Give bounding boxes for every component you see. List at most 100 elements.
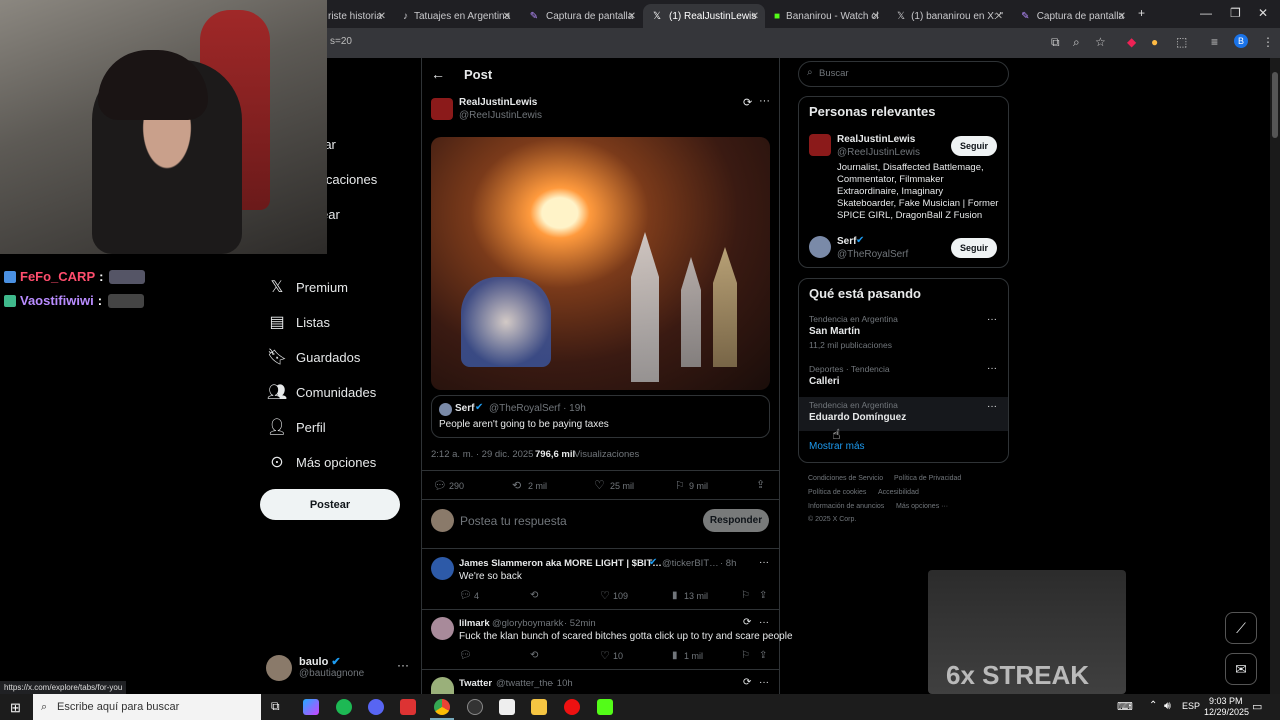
seguir-button[interactable]: Seguir [951,238,997,258]
postear-button[interactable]: Postear [260,489,400,520]
like-icon[interactable]: ♡ [600,649,610,662]
close-icon[interactable]: ✕ [995,11,1003,22]
grok-icon[interactable]: ⟳ [743,677,751,688]
footer-link[interactable]: Política de Privacidad [894,475,961,482]
author-name[interactable]: RealJustinLewis [459,97,537,108]
share-icon[interactable]: ⇪ [759,590,767,601]
discord-icon[interactable] [368,699,384,715]
like-icon[interactable]: ♡ [594,478,605,492]
more-icon[interactable]: ··· [987,363,997,374]
opera-icon[interactable] [564,699,580,715]
trend-name[interactable]: Eduardo Domínguez [809,412,906,423]
extension-icon[interactable]: ● [1151,35,1158,49]
more-icon[interactable]: ··· [759,95,770,107]
account-menu-icon[interactable]: ··· [397,658,409,672]
bookmark-star-icon[interactable]: ☆ [1095,35,1106,49]
chrome-icon[interactable] [434,699,450,715]
avatar[interactable] [431,677,454,694]
grok-icon[interactable]: ⟳ [743,617,751,628]
repost-icon[interactable]: ⟲ [512,479,521,492]
repost-icon[interactable]: ⟲ [530,590,538,601]
task-view-icon[interactable]: ⧉ [271,699,287,715]
nav-item-listas[interactable]: ▤ Listas [266,312,330,332]
chevron-up-icon[interactable]: ⌃ [1149,700,1157,711]
search-input[interactable]: Buscar [819,68,849,79]
tab-2[interactable]: ♪ Tatuajes en Argentina ✕ [395,4,517,28]
profile-avatar[interactable]: B [1234,34,1248,48]
scrollbar-thumb[interactable] [1272,72,1278,138]
extension-icon[interactable]: ◆ [1127,35,1136,49]
trend-name[interactable]: San Martín [809,326,860,337]
person-handle[interactable]: @ReeIJustinLewis [837,147,920,158]
reply-author[interactable]: lilmark [459,618,490,629]
new-tab-icon[interactable]: + [1138,6,1145,20]
close-icon[interactable]: ✕ [1118,11,1126,22]
reply-icon[interactable]: 💬︎ [459,590,472,601]
clock-date[interactable]: 12/29/2025 [1204,707,1249,717]
reply-handle[interactable]: @tickerBIT… [662,558,719,569]
app-icon[interactable] [499,699,515,715]
windows-start-icon[interactable]: ⊞ [10,700,21,716]
close-icon[interactable]: ✕ [628,11,636,22]
language-indicator[interactable]: ESP [1182,701,1200,711]
avatar[interactable] [431,617,454,640]
messages-icon[interactable]: ✉ [1225,653,1257,685]
reply-handle[interactable]: @twatter_the [496,678,553,689]
avatar[interactable] [266,655,292,681]
avatar[interactable] [809,134,831,156]
grok-icon[interactable]: ⟳ [743,96,752,109]
views-icon[interactable]: ▮ [672,650,678,661]
app-icon[interactable] [400,699,416,715]
reply-author[interactable]: James Slammeron aka MORE LIGHT | $BIT… [459,558,662,569]
grok-float-icon[interactable]: ⟋ [1225,612,1257,644]
more-icon[interactable]: ··· [987,314,997,325]
volume-icon[interactable]: 🔊︎ [1164,700,1171,713]
reply-handle[interactable]: @gloryboymarkk [492,618,563,629]
tab-5[interactable]: ■ Bananirou - Watch cl ✕ [766,4,886,28]
spotify-icon[interactable] [336,699,352,715]
keyboard-icon[interactable]: ⌨ [1117,700,1133,713]
footer-link[interactable]: Condiciones de Servicio [808,475,883,482]
person-name[interactable]: RealJustinLewis [837,134,915,145]
reply-input[interactable]: Postea tu respuesta [460,514,567,528]
author-handle[interactable]: @ReeIJustinLewis [459,110,542,121]
bookmark-icon[interactable]: ⚐ [741,650,750,661]
tab-3[interactable]: ✎ Captura de pantalla ✕ [520,4,642,28]
avatar[interactable] [809,236,831,258]
nav-item-comunidades[interactable]: 👥︎ Comunidades [266,382,376,402]
nav-item-mas-opciones[interactable]: ⊙ Más opciones [266,452,376,472]
footer-link[interactable]: Más opciones ··· [896,503,948,510]
like-icon[interactable]: ♡ [600,589,610,602]
tab-6[interactable]: 𝕏 (1) bananirou en X: " ✕ [889,4,1009,28]
reply-author[interactable]: Twatter [459,678,492,689]
copilot-icon[interactable] [303,699,319,715]
nav-item-partial-2[interactable]: icaciones [323,172,377,187]
close-icon[interactable]: ✕ [503,11,511,22]
bookmark-icon[interactable]: ⚐ [741,590,750,601]
close-icon[interactable]: ✕ [872,11,880,22]
reply-icon[interactable]: 💬︎ [433,479,447,492]
install-icon[interactable]: ⧉ [1051,35,1060,50]
responder-button[interactable]: Responder [703,509,769,532]
menu-kebab-icon[interactable]: ⋮ [1262,35,1274,49]
tab-1[interactable]: riste historia ✕ [320,4,392,28]
minimize-icon[interactable]: — [1200,6,1212,20]
trend-name[interactable]: Calleri [809,376,840,387]
media-icon[interactable]: ≡ [1211,35,1218,49]
nav-item-guardados[interactable]: 🔖︎ Guardados [266,347,360,367]
person-name[interactable]: Serf [837,236,856,247]
notifications-icon[interactable]: ▭ [1252,700,1262,713]
kick-icon[interactable] [597,699,613,715]
repost-icon[interactable]: ⟲ [530,650,538,661]
taskbar-search[interactable]: ⌕ Escribe aquí para buscar [33,694,261,720]
avatar[interactable] [431,557,454,580]
nav-item-perfil[interactable]: 👤︎ Perfil [266,417,326,437]
person-handle[interactable]: @TheRoyalSerf [837,249,908,260]
author-avatar[interactable] [431,98,453,120]
share-icon[interactable]: ⇪ [756,478,765,491]
bookmark-icon[interactable]: ⚐ [675,479,685,492]
clock-time[interactable]: 9:03 PM [1209,696,1243,706]
tab-active-x[interactable]: 𝕏 (1) RealJustinLewis ✕ [643,4,765,28]
footer-link[interactable]: Política de cookies [808,489,866,496]
seguir-button[interactable]: Seguir [951,136,997,156]
